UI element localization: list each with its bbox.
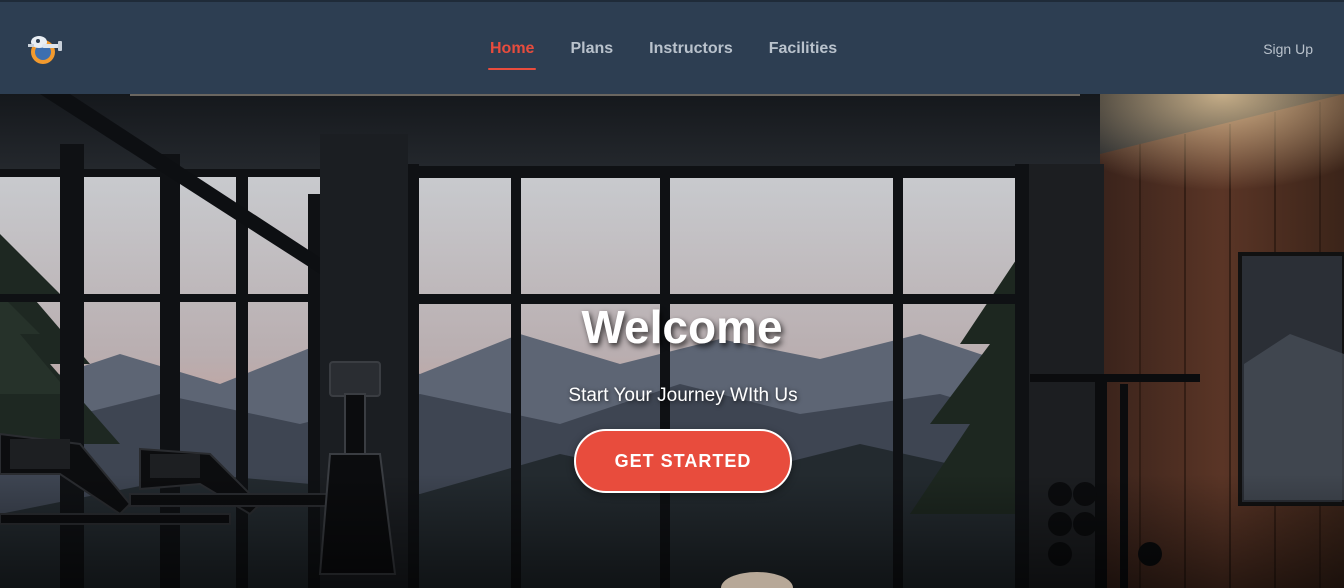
sign-up-link[interactable]: Sign Up (1263, 2, 1313, 96)
hero-subtitle: Start Your Journey WIth Us (568, 385, 798, 406)
get-started-button[interactable]: GET STARTED (574, 429, 792, 493)
page: Home Plans Instructors Facilities Sign U… (0, 0, 1344, 588)
gym-mascot-logo-icon[interactable] (24, 30, 66, 66)
nav-link-home[interactable]: Home (472, 2, 552, 96)
nav-link-plans[interactable]: Plans (552, 2, 631, 96)
nav-link-instructors[interactable]: Instructors (631, 2, 751, 96)
nav-link-facilities[interactable]: Facilities (751, 2, 855, 96)
hero-title: Welcome (581, 301, 783, 353)
hero-content: Welcome Start Your Journey WIth Us GET S… (0, 94, 1344, 588)
hero-section: Welcome Start Your Journey WIth Us GET S… (0, 94, 1344, 588)
navbar: Home Plans Instructors Facilities Sign U… (0, 0, 1344, 94)
main-nav: Home Plans Instructors Facilities (472, 2, 855, 96)
